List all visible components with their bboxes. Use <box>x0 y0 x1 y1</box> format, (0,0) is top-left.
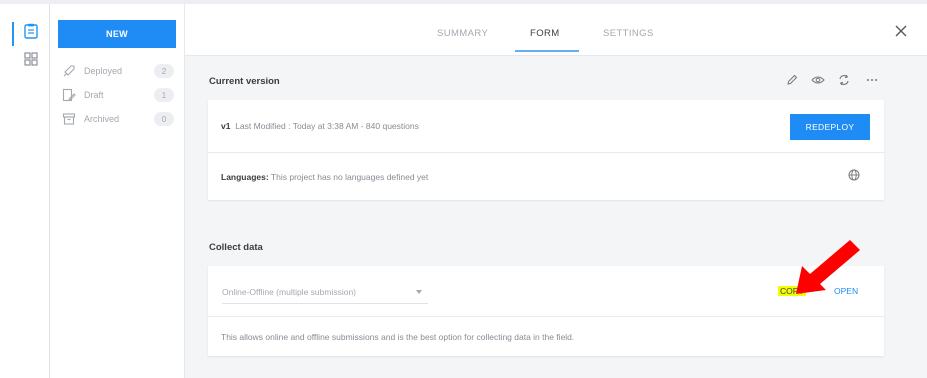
sidebar-item-archived[interactable]: Archived 0 <box>58 108 176 130</box>
tab-summary[interactable]: SUMMARY <box>437 28 488 39</box>
rail-active-indicator <box>12 22 14 46</box>
left-rail <box>0 4 50 378</box>
collect-method-select[interactable]: Online-Offline (multiple submission) <box>222 280 428 304</box>
count-badge: 1 <box>154 88 174 102</box>
sidebar-item-draft[interactable]: Draft 1 <box>58 84 176 106</box>
languages-row: Languages: This project has no languages… <box>208 153 884 200</box>
rail-library-button[interactable] <box>20 50 42 72</box>
clipboard-icon <box>24 23 38 44</box>
tab-settings[interactable]: SETTINGS <box>603 28 654 39</box>
app-window: NEW Deployed 2 Draft 1 Archived 0 SUMMAR… <box>0 0 927 378</box>
version-number: v1 <box>221 121 231 131</box>
version-row: v1 Last Modified : Today at 3:38 AM - 84… <box>208 100 884 152</box>
new-project-button[interactable]: NEW <box>58 20 176 48</box>
languages-info: Languages: This project has no languages… <box>221 172 428 182</box>
rail-projects-button[interactable] <box>20 22 42 44</box>
archive-icon <box>60 111 78 127</box>
current-version-title: Current version <box>209 76 280 87</box>
current-version-card: v1 Last Modified : Today at 3:38 AM - 84… <box>208 100 884 200</box>
rocket-icon <box>60 63 78 79</box>
active-tab-indicator <box>515 50 579 52</box>
globe-icon[interactable] <box>848 168 862 182</box>
modified-text: Last Modified : Today at 3:38 AM - 840 q… <box>235 121 419 131</box>
preview-eye-icon[interactable] <box>810 72 826 88</box>
library-icon <box>24 51 38 71</box>
redeploy-button[interactable]: REDEPLOY <box>790 114 870 140</box>
collect-data-card: Online-Offline (multiple submission) COP… <box>208 266 884 356</box>
replace-refresh-icon[interactable] <box>836 72 852 88</box>
select-value: Online-Offline (multiple submission) <box>222 286 357 297</box>
sidebar-item-deployed[interactable]: Deployed 2 <box>58 60 176 82</box>
languages-label: Languages: <box>221 171 269 182</box>
count-badge: 2 <box>154 64 174 78</box>
sidebar-item-label: Archived <box>84 114 120 124</box>
sidebar-item-label: Draft <box>84 90 104 100</box>
sidebar-item-label: Deployed <box>84 66 123 76</box>
sidebar: NEW Deployed 2 Draft 1 Archived 0 <box>50 4 184 378</box>
chevron-down-icon <box>416 290 422 294</box>
draft-icon <box>60 87 78 103</box>
languages-text: This project has no languages defined ye… <box>270 171 429 182</box>
main-panel: SUMMARY FORM SETTINGS Current version v1… <box>184 4 927 378</box>
edit-pencil-icon[interactable] <box>784 72 800 88</box>
description-row: This allows online and offline submissio… <box>208 317 884 356</box>
tab-form[interactable]: FORM <box>530 28 560 39</box>
version-info: v1 Last Modified : Today at 3:38 AM - 84… <box>221 121 419 131</box>
collect-description: This allows online and offline submissio… <box>221 331 575 342</box>
close-icon[interactable] <box>894 24 910 40</box>
tabs-bar: SUMMARY FORM SETTINGS <box>185 4 927 56</box>
count-badge: 0 <box>154 112 174 126</box>
more-options-icon[interactable] <box>864 72 880 88</box>
annotation-arrow <box>796 240 860 294</box>
collect-data-title: Collect data <box>209 242 263 253</box>
